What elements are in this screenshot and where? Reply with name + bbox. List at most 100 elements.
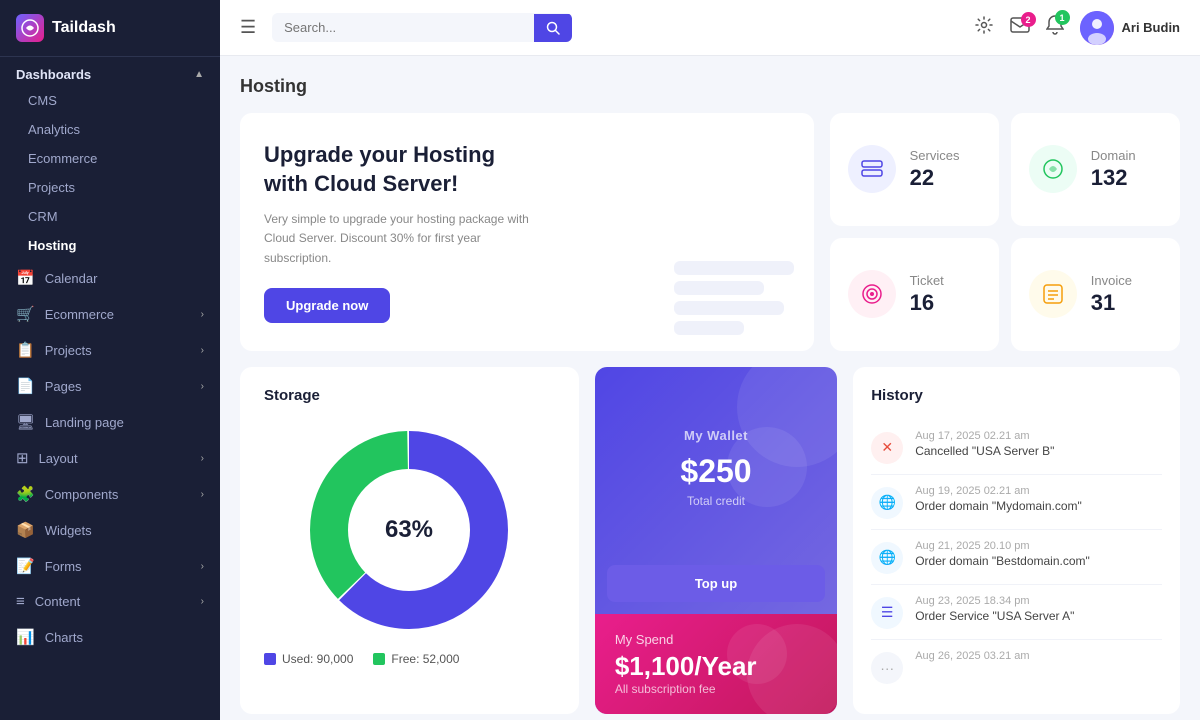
hamburger-icon[interactable]: ☰ — [240, 17, 256, 38]
logo-icon — [16, 14, 44, 42]
sidebar-item-label: Charts — [45, 630, 83, 645]
stats-grid: Services22 Domain 132 Ticket 16 Invoice 31 — [830, 113, 1180, 351]
bell-button[interactable]: 1 — [1046, 15, 1064, 40]
upgrade-button[interactable]: Upgrade now — [264, 288, 390, 323]
sidebar-item-charts[interactable]: 📊 Charts — [0, 619, 220, 655]
chevron-right-icon: › — [201, 381, 204, 392]
banner-card: Upgrade your Hostingwith Cloud Server! V… — [240, 113, 814, 351]
history-item: ✕ Aug 17, 2025 02.21 am Cancelled "USA Ser… — [871, 420, 1162, 475]
history-desc: Order Service "USA Server A" — [915, 609, 1074, 623]
sidebar-item-label: Calendar — [45, 271, 98, 286]
invoice-icon — [1029, 270, 1077, 318]
nav-icon: 📊 — [16, 628, 35, 646]
stat-value: 132 — [1091, 165, 1136, 191]
nav-icon: 📦 — [16, 521, 35, 539]
sidebar-item-ecommerce[interactable]: 🛒Ecommerce› — [0, 296, 220, 332]
stat-info: Services22 — [910, 148, 960, 191]
chevron-up-icon: ▲ — [194, 69, 204, 80]
used-dot — [264, 653, 276, 665]
sidebar-item-widgets[interactable]: 📦Widgets — [0, 512, 220, 548]
sidebar-item-projects[interactable]: Projects — [0, 173, 220, 202]
user-avatar — [1080, 11, 1114, 45]
history-date: Aug 23, 2025 18.34 pm — [915, 595, 1074, 607]
mail-button[interactable]: 2 — [1010, 17, 1030, 38]
header-icons: 2 1 Ari Budin — [974, 11, 1181, 45]
bottom-row: Storage 63% — [240, 367, 1180, 714]
stat-value: 16 — [910, 290, 944, 316]
stat-card-invoice: Invoice 31 — [1011, 238, 1180, 351]
sidebar-item-pages[interactable]: 📄Pages› — [0, 368, 220, 404]
services-icon — [848, 145, 896, 193]
banner-description: Very simple to upgrade your hosting pack… — [264, 210, 544, 268]
wallet-bg-circle-2 — [727, 427, 807, 507]
sidebar-item-forms[interactable]: 📝Forms› — [0, 548, 220, 584]
search-bar — [272, 13, 572, 42]
user-avatar-wrap[interactable]: Ari Budin — [1080, 11, 1181, 45]
nav-icon: 📅 — [16, 269, 35, 287]
used-label: Used: 90,000 — [282, 652, 353, 666]
topup-button[interactable]: Top up — [607, 565, 825, 602]
stat-value: 31 — [1091, 290, 1132, 316]
nav-icon: 📝 — [16, 557, 35, 575]
spend-bg-circle-2 — [727, 624, 787, 684]
sidebar-item-ecommerce[interactable]: Ecommerce — [0, 144, 220, 173]
sidebar-item-projects[interactable]: 📋Projects› — [0, 332, 220, 368]
settings-button[interactable] — [974, 15, 994, 40]
banner-illustration — [674, 261, 794, 335]
history-item: 🌐Aug 21, 2025 20.10 pmOrder domain "Best… — [871, 530, 1162, 585]
legend-free: Free: 52,000 — [373, 652, 459, 666]
history-text: Aug 17, 2025 02.21 am Cancelled "USA Serv… — [915, 430, 1054, 458]
history-desc: Cancelled "USA Server B" — [915, 444, 1054, 458]
donut-legend: Used: 90,000 Free: 52,000 — [264, 652, 555, 666]
sidebar-item-label: Layout — [39, 451, 78, 466]
stat-label: Ticket — [910, 273, 944, 288]
domain-icon — [1029, 145, 1077, 193]
sidebar-item-label: Forms — [45, 559, 82, 574]
history-date: Aug 17, 2025 02.21 am — [915, 430, 1054, 442]
stat-label: Invoice — [1091, 273, 1132, 288]
top-row: Upgrade your Hostingwith Cloud Server! V… — [240, 113, 1180, 351]
sidebar-item-crm[interactable]: CRM — [0, 202, 220, 231]
storage-title: Storage — [264, 387, 555, 404]
sidebar-item-content[interactable]: ≡Content› — [0, 584, 220, 619]
dashboards-section[interactable]: Dashboards ▲ — [0, 57, 220, 86]
history-desc: Order domain "Mydomain.com" — [915, 499, 1082, 513]
chevron-right-icon: › — [201, 345, 204, 356]
cancel-history-icon: ✕ — [871, 432, 903, 464]
sidebar-item-landing-page[interactable]: 🖥Landing page — [0, 404, 220, 440]
sidebar-item-label: Landing page — [45, 415, 124, 430]
sidebar-item-analytics[interactable]: Analytics — [0, 115, 220, 144]
search-input[interactable] — [272, 13, 534, 42]
svg-text:63%: 63% — [385, 516, 433, 543]
history-item: 🌐 Aug 19, 2025 02.21 am Order domain "Mydo… — [871, 475, 1162, 530]
more-history-icon: ··· — [871, 652, 903, 684]
search-button[interactable] — [534, 14, 572, 42]
sidebar-item-cms[interactable]: CMS — [0, 86, 220, 115]
history-date: Aug 19, 2025 02.21 am — [915, 485, 1082, 497]
sidebar-item-components[interactable]: 🧩Components› — [0, 476, 220, 512]
history-date: Aug 26, 2025 03.21 am — [915, 650, 1029, 662]
stat-label: Domain — [1091, 148, 1136, 163]
sidebar-item-calendar[interactable]: 📅 Calendar — [0, 260, 220, 296]
stat-info: Ticket 16 — [910, 273, 944, 316]
sidebar-item-layout[interactable]: ⊞Layout› — [0, 440, 220, 476]
dashboards-label: Dashboards — [16, 67, 91, 82]
logo-text: Taildash — [52, 19, 116, 37]
nav-icon: 📄 — [16, 377, 35, 395]
main-area: ☰ 2 — [220, 0, 1200, 720]
stat-card-services: Services22 — [830, 113, 999, 226]
chevron-right-icon: › — [201, 489, 204, 500]
ticket-icon — [848, 270, 896, 318]
free-label: Free: 52,000 — [391, 652, 459, 666]
content-area: Hosting Upgrade your Hostingwith Cloud S… — [220, 56, 1200, 720]
sidebar-sub-items: CMSAnalyticsEcommerceProjectsCRMHosting — [0, 86, 220, 260]
history-text: Aug 26, 2025 03.21 am — [915, 650, 1029, 664]
stat-info: Domain 132 — [1091, 148, 1136, 191]
sidebar-logo[interactable]: Taildash — [0, 0, 220, 57]
banner-title: Upgrade your Hostingwith Cloud Server! — [264, 141, 790, 198]
domain-history-icon: 🌐 — [871, 487, 903, 519]
history-desc: Order domain "Bestdomain.com" — [915, 554, 1090, 568]
sidebar-item-hosting[interactable]: Hosting — [0, 231, 220, 260]
free-dot — [373, 653, 385, 665]
nav-icon: ⊞ — [16, 449, 29, 467]
